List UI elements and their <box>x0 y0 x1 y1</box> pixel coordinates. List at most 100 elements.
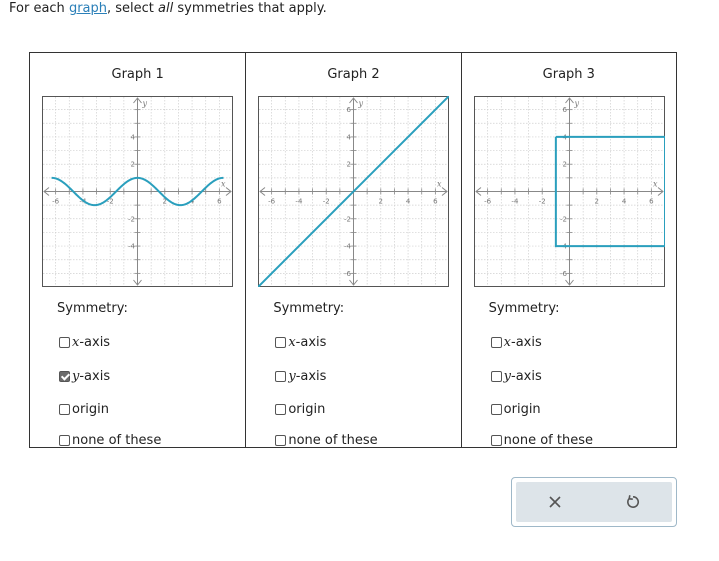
option-y-axis[interactable]: y-axis <box>59 367 110 385</box>
y-tick-label: 4 <box>131 133 136 141</box>
option-x-axis[interactable]: x-axis <box>275 333 326 351</box>
graph-3-plot: -6 -4 -2 2 4 6 6 4 2 -2 -4 -6 x y <box>473 96 665 287</box>
option-x-axis[interactable]: x-axis <box>490 333 542 351</box>
option-none-of-these[interactable]: none of these <box>59 431 161 449</box>
graph-link[interactable]: graph <box>69 1 107 16</box>
y-tick-label: -2 <box>128 215 135 223</box>
option-none-of-these[interactable]: none of these <box>490 431 593 449</box>
x-tick-label: -2 <box>538 198 545 206</box>
graph-panels: Graph 1 -6 -4 -2 2 4 6 4 2 -2 -4 x y Symmetry: x-ax… <box>29 52 677 448</box>
instructions-emphasis: all <box>158 1 174 16</box>
instructions-suffix: symmetries that apply. <box>173 1 327 16</box>
checkbox-y-axis[interactable] <box>59 370 70 382</box>
option-label: origin <box>72 401 110 417</box>
option-text: -axis <box>511 334 542 350</box>
option-y-axis[interactable]: y-axis <box>275 367 326 385</box>
y-tick-label: -6 <box>560 270 568 278</box>
y-axis-label: y <box>573 99 579 108</box>
graph-svg: -6 -4 -2 2 4 6642-2-4-6xy <box>473 96 665 287</box>
y-tick-label: -4 <box>344 243 352 251</box>
x-tick-label: -2 <box>323 198 330 206</box>
graph-title: Graph 1 <box>111 67 164 82</box>
option-text: -axis <box>79 368 111 384</box>
undo-button[interactable] <box>594 482 672 522</box>
x-tick-label: -6 <box>52 198 60 206</box>
x-tick-label: -4 <box>511 198 519 206</box>
checkbox-y-axis[interactable] <box>490 370 502 382</box>
x-tick-label: -6 <box>484 198 492 206</box>
option-text: -axis <box>295 334 327 350</box>
option-label: origin <box>503 401 541 417</box>
toolbar-inner <box>516 482 672 522</box>
option-label: y-axis <box>504 369 542 384</box>
option-origin[interactable]: origin <box>59 400 109 418</box>
option-origin[interactable]: origin <box>490 400 541 418</box>
option-label: none of these <box>503 432 593 448</box>
option-none-of-these[interactable]: none of these <box>275 431 378 449</box>
x-tick-label: -4 <box>296 198 304 206</box>
checkbox-none-of-these[interactable] <box>59 434 70 446</box>
option-label: none of these <box>72 432 162 448</box>
y-tick-label: -6 <box>344 270 352 278</box>
close-icon <box>549 496 561 508</box>
option-text: -axis <box>79 334 111 350</box>
y-axis-label: y <box>142 99 148 108</box>
graph-title: Graph 3 <box>542 67 595 82</box>
option-label: y-axis <box>288 369 326 384</box>
instructions-middle: , select <box>107 1 159 16</box>
graph-panel-3: Graph 3 -6 -4 -2 2 4 6 6 4 2 -2 -4 -6 x y Symmetry: x… <box>460 53 676 449</box>
graph-1-plot: -6 -4 -2 2 4 6 4 2 -2 -4 x y <box>42 96 233 287</box>
checkbox-y-axis[interactable] <box>275 370 287 382</box>
option-label: x-axis <box>504 335 542 350</box>
x-tick-label: 6 <box>433 198 438 206</box>
x-tick-label: -6 <box>268 198 276 206</box>
checkbox-x-axis[interactable] <box>275 336 287 348</box>
graph-panel-2: Graph 2 -6 -4 -2 2 4 6 6 4 2 -2 -4 -6 x y Symmetry: x… <box>245 53 460 449</box>
x-tick-label: 2 <box>594 198 598 206</box>
checkbox-origin[interactable] <box>59 403 70 415</box>
y-axis-label: y <box>358 99 364 108</box>
graph-svg: -6 -4 -2 2 4 6642-2-4-6xy <box>258 96 450 287</box>
x-axis-label: x <box>437 180 442 189</box>
graph-svg: -6 -4 -2 2 4 642-2-4xy <box>42 96 233 287</box>
instructions-prefix: For each <box>9 1 69 16</box>
y-tick-label: 6 <box>562 106 567 114</box>
option-y-axis[interactable]: y-axis <box>490 367 542 385</box>
x-tick-label: 6 <box>217 198 222 206</box>
x-axis-label: x <box>653 180 658 189</box>
answer-toolbar <box>511 477 677 527</box>
option-math-var: y <box>503 368 512 384</box>
option-math-var: x <box>288 334 296 350</box>
checkbox-x-axis[interactable] <box>490 336 502 348</box>
y-tick-label: -2 <box>344 215 351 223</box>
option-label: x-axis <box>72 335 110 350</box>
y-tick-label: -2 <box>560 215 567 223</box>
y-tick-label: 2 <box>562 161 566 169</box>
option-label: x-axis <box>288 335 326 350</box>
option-text: -axis <box>295 368 327 384</box>
checkbox-none-of-these[interactable] <box>275 434 287 446</box>
option-x-axis[interactable]: x-axis <box>59 333 110 351</box>
x-tick-label: 4 <box>621 198 626 206</box>
clear-button[interactable] <box>516 482 594 522</box>
y-tick-label: -4 <box>128 243 136 251</box>
y-tick-label: 6 <box>347 106 352 114</box>
graph-2-plot: -6 -4 -2 2 4 6 6 4 2 -2 -4 -6 x y <box>258 96 450 287</box>
option-math-var: x <box>503 334 511 350</box>
checkbox-origin[interactable] <box>275 403 287 415</box>
y-tick-label: 2 <box>347 161 351 169</box>
undo-icon <box>627 495 640 508</box>
symmetry-label: Symmetry: <box>57 301 128 316</box>
symmetry-label: Symmetry: <box>488 301 560 316</box>
instructions: For each graph, select all symmetries th… <box>9 1 327 16</box>
x-tick-label: 2 <box>379 198 383 206</box>
checkbox-none-of-these[interactable] <box>490 434 502 446</box>
option-text: -axis <box>511 368 542 384</box>
x-tick-label: 4 <box>406 198 411 206</box>
checkbox-x-axis[interactable] <box>59 336 70 348</box>
option-label: none of these <box>288 432 378 448</box>
x-axis-label: x <box>221 180 226 189</box>
checkbox-origin[interactable] <box>490 403 502 415</box>
option-origin[interactable]: origin <box>275 400 325 418</box>
symmetry-label: Symmetry: <box>273 301 345 316</box>
